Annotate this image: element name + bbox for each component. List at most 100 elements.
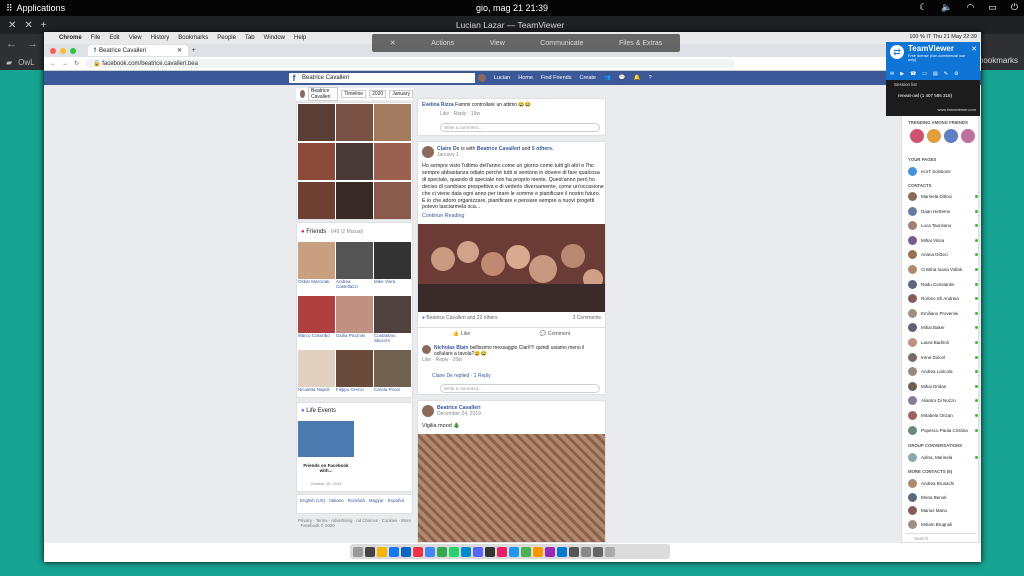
power-icon[interactable]: ⏻	[1011, 2, 1018, 13]
phone-icon[interactable]: ☎	[910, 71, 916, 77]
video-icon[interactable]: ▶	[900, 71, 904, 77]
comment-input[interactable]: Write a comment...	[440, 384, 600, 393]
new-tab-icon[interactable]: +	[41, 20, 47, 31]
contact-item[interactable]: Luca Taurisano	[908, 221, 980, 231]
close-tab-icon[interactable]: ✕	[177, 47, 182, 54]
notifications-icon[interactable]: 🔔	[634, 75, 641, 81]
menu-file[interactable]: File	[91, 35, 101, 41]
page-item[interactable]: ecoT Solutions	[908, 167, 980, 176]
friend-tile[interactable]: Nicoletta Napoli	[298, 350, 335, 392]
facebook-search-input[interactable]: Beatrice Cavalleri	[299, 73, 475, 83]
night-mode-icon[interactable]: ☾	[919, 2, 927, 13]
photo[interactable]	[298, 104, 335, 141]
contact-item[interactable]: Miriam Brugnoli	[908, 519, 980, 529]
post-photo[interactable]	[418, 434, 605, 542]
like-button[interactable]: 👍 Like	[453, 331, 470, 337]
menu-window[interactable]: Window	[264, 35, 285, 41]
menu-view[interactable]: View	[129, 35, 142, 41]
avatar[interactable]	[478, 74, 486, 82]
photo[interactable]	[298, 143, 335, 180]
dock-app-icon[interactable]	[605, 546, 615, 557]
photo[interactable]	[336, 143, 373, 180]
help-icon[interactable]: ?	[649, 75, 652, 81]
minimize-window-button[interactable]	[60, 47, 66, 54]
nav-create[interactable]: Create	[579, 75, 596, 81]
dock-app-icon[interactable]	[545, 546, 555, 557]
volume-icon[interactable]: 🔈	[941, 2, 952, 13]
menu-edit[interactable]: Edit	[109, 35, 119, 41]
tv-actions[interactable]: Actions	[431, 40, 454, 47]
dock-app-icon[interactable]	[485, 546, 495, 557]
contact-item[interactable]: Andrea Brusachi	[908, 479, 980, 488]
friend-tile[interactable]: Filippo Grenzi	[336, 350, 373, 392]
dock-app-icon[interactable]	[473, 546, 483, 557]
applications-menu[interactable]: ⠿ Applications	[0, 3, 65, 14]
friend-tile[interactable]: Marco Colombo	[298, 296, 335, 338]
contact-item[interactable]: Andrea Laricola	[908, 367, 980, 377]
friend-requests-icon[interactable]: 👥	[604, 75, 611, 81]
tv-communicate[interactable]: Communicate	[540, 40, 583, 47]
avatar[interactable]	[422, 405, 434, 417]
group-item[interactable]: Adina, Marinela	[908, 453, 980, 462]
friend-tile[interactable]: Mike Viera	[374, 242, 411, 284]
contact-item[interactable]: Mihai Dridan	[908, 381, 980, 391]
contact-item[interactable]: Romeo Sh Andreia	[908, 294, 980, 304]
tv-view[interactable]: View	[490, 40, 505, 47]
contact-item[interactable]: Cristina Ioana Vollati	[908, 265, 980, 274]
contact-item[interactable]: Popescu Paula Cristina	[908, 425, 980, 435]
photo[interactable]	[336, 104, 373, 141]
comment-input[interactable]: Write a comment...	[440, 123, 600, 132]
battery-icon[interactable]: ▭	[988, 2, 997, 13]
dock-app-icon[interactable]	[449, 546, 459, 557]
contact-item[interactable]: Daan Hertems	[908, 206, 980, 216]
contact-item[interactable]: Ariana Dittoci	[908, 250, 980, 260]
close-icon[interactable]: ✕	[24, 20, 32, 31]
avatar[interactable]	[910, 129, 924, 143]
contact-item[interactable]: Radu Constantin	[908, 279, 980, 289]
nav-profile[interactable]: Lucian	[494, 75, 510, 81]
dock-app-icon[interactable]	[557, 546, 567, 557]
dock-app-icon[interactable]	[461, 546, 471, 557]
avatar[interactable]	[961, 129, 975, 143]
chrome-tab[interactable]: f Beatrice Cavalleri ✕	[88, 45, 188, 56]
photo[interactable]	[336, 182, 373, 219]
back-icon[interactable]: ←	[50, 61, 56, 67]
reload-icon[interactable]: ↻	[74, 60, 79, 67]
chat-search-input[interactable]: Search	[906, 533, 976, 542]
dock-app-icon[interactable]	[569, 546, 579, 557]
forward-icon[interactable]: →	[27, 38, 38, 50]
dock-app-icon[interactable]	[401, 546, 411, 557]
dock-app-icon[interactable]	[365, 546, 375, 557]
bookmark-owl[interactable]: OwL	[18, 58, 34, 67]
contact-item[interactable]: Mihai Vinsa	[908, 235, 980, 245]
timeline-label[interactable]: Timeline	[341, 90, 367, 98]
session-item[interactable]: reneat-owl (1 407 586 318)	[898, 93, 952, 98]
menu-tab[interactable]: Tab	[245, 35, 255, 41]
friend-tile[interactable]: Giulia Piccinini	[336, 296, 373, 338]
friend-tile[interactable]: Oskar Marcinak	[298, 242, 335, 284]
close-window-button[interactable]	[50, 47, 56, 54]
chat-icon[interactable]: ✉	[890, 71, 894, 77]
comments-count[interactable]: 3 Comments	[573, 315, 601, 321]
close-icon[interactable]: ✕	[8, 20, 16, 31]
pen-icon[interactable]: ✎	[944, 71, 948, 77]
close-session-icon[interactable]: ✕	[390, 39, 396, 47]
nav-home[interactable]: Home	[518, 75, 533, 81]
dock-app-icon[interactable]	[593, 546, 603, 557]
contact-item[interactable]: Emiliano Provenini	[908, 308, 980, 318]
contact-item[interactable]: Marius Manu	[908, 506, 980, 515]
contact-item[interactable]: Mirabela Orizan	[908, 411, 980, 420]
system-clock[interactable]: gio, mag 21 21:39	[0, 3, 1024, 13]
friend-tile[interactable]: Andrea Castellazzi	[336, 242, 373, 289]
comment-button[interactable]: 💬 Comment	[540, 331, 570, 337]
avatar[interactable]	[927, 129, 941, 143]
avatar[interactable]	[422, 146, 434, 158]
tv-files-extras[interactable]: Files & Extras	[619, 40, 662, 47]
settings-icon[interactable]: ⚙	[954, 71, 958, 77]
maximize-window-button[interactable]	[70, 47, 76, 54]
new-tab-icon[interactable]: +	[192, 48, 196, 54]
messenger-icon[interactable]: 💬	[619, 75, 626, 81]
replies-link[interactable]: Claire De replied · 1 Reply	[432, 373, 491, 379]
close-icon[interactable]: ✕	[971, 45, 977, 53]
whiteboard-icon[interactable]: ▭	[922, 71, 927, 77]
